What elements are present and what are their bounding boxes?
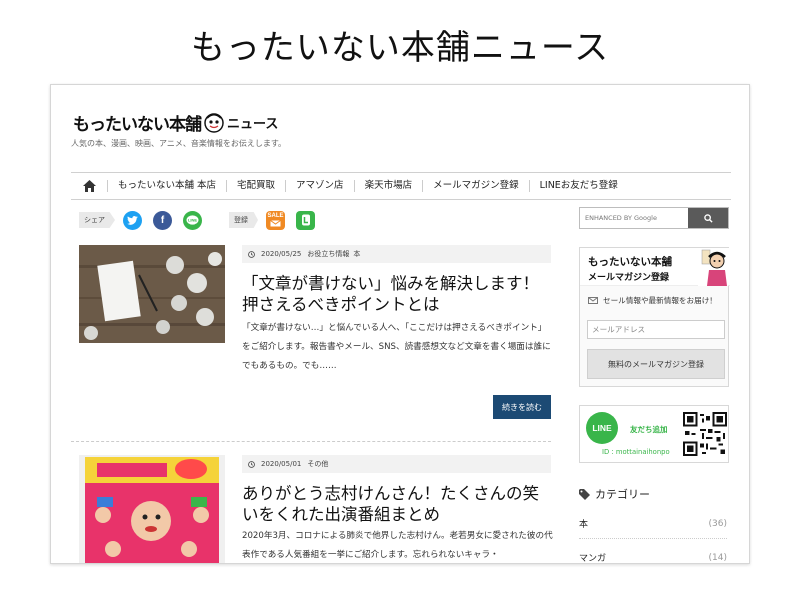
google-search: ENHANCED BY Google [579, 207, 729, 229]
categories-heading: カテゴリー [579, 486, 650, 502]
mailmag-register-button[interactable]: 無料のメールマガジン登録 [587, 349, 725, 379]
nav-item-line[interactable]: LINEお友だち登録 [528, 180, 628, 192]
article-thumbnail[interactable] [79, 245, 225, 343]
article-category[interactable]: 本 [353, 249, 360, 259]
share-label: シェア [79, 212, 115, 228]
main-nav: もったいない本舗 本店 宅配買取 アマゾン店 楽天市場店 メールマガジン登録 L… [71, 172, 731, 200]
clock-icon [248, 460, 255, 468]
register-label: 登録 [229, 212, 258, 228]
mailmag-logo: もったいない本舗 [588, 256, 672, 268]
mailmag-widget: もったいない本舗 メールマガジン登録 セール情報や最新情報をお届け！ メールアド… [579, 247, 730, 387]
nav-item-honten[interactable]: もったいない本舗 本店 [107, 180, 226, 192]
article-title[interactable]: 「文章が書けない」悩みを解決します！押さえるべきポイントとは [242, 273, 542, 315]
category-name: マンガ [579, 554, 607, 564]
category-item[interactable]: 本 (36) [579, 509, 727, 539]
browser-screenshot-frame: もったいない本舗 ニュース 人気の本、漫画、映画、アニメ、音楽情報をお伝えします… [50, 84, 750, 564]
share-row: シェア f LINE 登録 SALE [79, 209, 326, 231]
line-logo-icon[interactable]: LINE [586, 412, 618, 444]
nav-item-takuhai[interactable]: 宅配買取 [226, 180, 285, 192]
facebook-icon[interactable]: f [153, 210, 172, 230]
tag-icon [579, 488, 590, 500]
mailmag-description: セール情報や最新情報をお届け！ [588, 295, 717, 306]
search-input[interactable]: ENHANCED BY Google [580, 208, 688, 228]
article-date: 2020/05/01 [261, 460, 302, 468]
line-icon[interactable]: LINE [183, 210, 202, 230]
mailmag-title: メールマガジン登録 [588, 273, 670, 283]
article-divider [71, 441, 551, 442]
logo-suffix: ニュース [227, 116, 279, 132]
article-title[interactable]: ありがとう志村けんさん！たくさんの笑いをくれた出演番組まとめ [242, 483, 542, 525]
article-card: 2020/05/01 その他 ありがとう志村けんさん！たくさんの笑いをくれた出演… [79, 455, 553, 564]
mail-icon [588, 297, 598, 304]
mailmag-header: もったいない本舗 メールマガジン登録 [580, 248, 730, 286]
qr-code-icon[interactable] [683, 412, 727, 456]
category-name: 本 [579, 520, 589, 530]
clock-icon [248, 250, 255, 258]
mascot-icon [698, 248, 728, 286]
svg-text:LINE: LINE [188, 217, 197, 222]
article-excerpt: 「文章が書けない…」と悩んでいる人へ、「ここだけは押さえるべきポイント」をご紹介… [242, 323, 551, 371]
line-id: ID : mottainaihonpo [602, 448, 670, 456]
article-category[interactable]: その他 [307, 459, 328, 469]
site-tagline: 人気の本、漫画、映画、アニメ、音楽情報をお伝えします。 [71, 139, 287, 148]
page-title: もったいない本舗ニュース [190, 28, 610, 68]
twitter-icon[interactable] [123, 210, 142, 230]
nav-item-amazon[interactable]: アマゾン店 [285, 180, 354, 192]
search-icon [703, 213, 713, 223]
article-thumbnail[interactable] [79, 455, 225, 564]
mascot-icon [204, 113, 224, 133]
category-count: (14) [708, 552, 727, 563]
read-more-button[interactable]: 続きを読む [493, 395, 551, 419]
email-field[interactable]: メールアドレス [587, 320, 725, 339]
sale-text: SALE [267, 213, 284, 219]
article-category[interactable]: お役立ち情報 [307, 249, 349, 259]
article-meta: 2020/05/25 お役立ち情報 本 [242, 245, 551, 263]
mailmag-desc-text: セール情報や最新情報をお届け！ [603, 296, 717, 305]
article-excerpt: 2020年3月、コロナによる肺炎で他界した志村けん。老若男女に愛された彼の代表作… [242, 531, 553, 560]
nav-item-mailmag[interactable]: メールマガジン登録 [422, 180, 529, 192]
nav-item-rakuten[interactable]: 楽天市場店 [353, 180, 423, 192]
categories-title: カテゴリー [595, 488, 650, 501]
line-register-icon[interactable] [296, 210, 315, 230]
home-icon [82, 180, 96, 192]
line-friend-widget: LINE 友だち追加 ID : mottainaihonpo [579, 405, 729, 463]
search-button[interactable] [688, 208, 728, 228]
category-item[interactable]: マンガ (14) [579, 543, 727, 564]
site-logo[interactable]: もったいない本舗 ニュース [73, 109, 278, 135]
category-count: (36) [708, 518, 727, 529]
article-date: 2020/05/25 [261, 250, 302, 258]
nav-home[interactable] [71, 178, 107, 194]
line-add-friend-label[interactable]: 友だち追加 [630, 424, 668, 435]
mail-sale-icon[interactable]: SALE [266, 210, 285, 230]
article-meta: 2020/05/01 その他 [242, 455, 551, 473]
article-card: 2020/05/25 お役立ち情報 本 「文章が書けない」悩みを解決します！押さ… [79, 245, 551, 425]
logo-text: もったいない本舗 [73, 114, 202, 135]
